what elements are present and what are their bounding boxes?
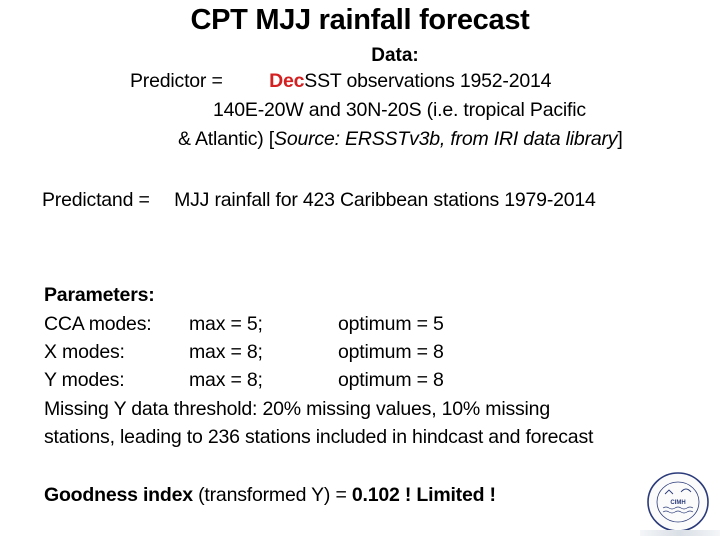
param-row-x: X modes: max = 8; optimum = 8: [44, 341, 444, 363]
predictor-source: Source: ERSSTv3b, from IRI data library: [274, 128, 618, 150]
predictand-text: MJJ rainfall for 423 Caribbean stations …: [174, 189, 596, 211]
slide-title: CPT MJJ rainfall forecast: [190, 4, 530, 36]
missing-data-line-1: Missing Y data threshold: 20% missing va…: [44, 398, 550, 420]
predictor-source-line: & Atlantic) [Source: ERSSTv3b, from IRI …: [178, 128, 623, 150]
goodness-label: Goodness index: [44, 484, 193, 506]
predictor-text: SST observations 1952-2014: [304, 70, 552, 92]
predictor-month-highlight: Dec: [269, 70, 305, 92]
predictand-line: Predictand = MJJ rainfall for 423 Caribb…: [42, 189, 596, 212]
logo-acronym: CIMH: [670, 500, 685, 506]
cimh-logo: CIMH: [645, 470, 711, 534]
param-row-cca: CCA modes: max = 5; optimum = 5: [44, 313, 444, 335]
parameters-header: Parameters:: [44, 284, 155, 306]
predictor-line: Predictor = DecSST observations 1952-201…: [130, 70, 551, 93]
missing-data-line-2: stations, leading to 236 stations includ…: [44, 426, 594, 448]
data-header: Data:: [371, 45, 419, 66]
goodness-verdict: ! Limited !: [399, 484, 496, 506]
goodness-value: 0.102: [351, 484, 400, 506]
goodness-index-line: Goodness index (transformed Y) = 0.102 !…: [44, 484, 496, 506]
logo-band: [640, 530, 720, 536]
param-row-y: Y modes: max = 8; optimum = 8: [44, 369, 444, 391]
predictor-domain: 140E-20W and 30N-20S (i.e. tropical Paci…: [213, 99, 586, 121]
predictand-label: Predictand =: [42, 189, 150, 211]
predictor-label: Predictor =: [130, 70, 223, 92]
cimh-seal-icon: CIMH: [647, 472, 709, 532]
